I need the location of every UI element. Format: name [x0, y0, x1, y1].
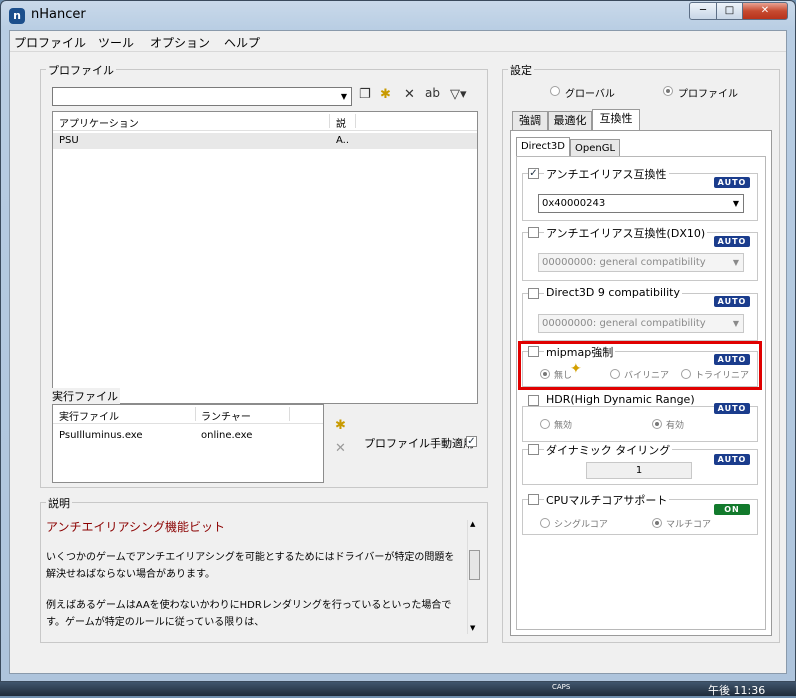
tab-emphasis[interactable]: 強調 [512, 111, 548, 130]
cpu-single-core-label: シングルコア [554, 520, 608, 530]
close-button[interactable]: ✕ [742, 2, 788, 20]
profile-select[interactable]: ▼ [52, 87, 352, 106]
exec-list[interactable]: 実行ファイル ランチャー PsuIlluminus.exe online.exe [52, 404, 324, 483]
aa-compat-dx10-select[interactable]: 00000000: general compatibility ▼ [538, 253, 744, 272]
exec-list-header: 実行ファイル ランチャー [53, 405, 323, 424]
settings-group-label: 設定 [508, 62, 534, 78]
chevron-down-icon: ▼ [732, 258, 739, 267]
setting-d3d9-compat-checkbox[interactable] [528, 288, 539, 299]
dynamic-tiling-value[interactable]: 1 [586, 462, 692, 479]
auto-badge[interactable]: AUTO [714, 296, 750, 307]
chevron-down-icon: ▼ [340, 92, 347, 101]
scope-global-radio[interactable] [550, 86, 560, 96]
d3d9-compat-select[interactable]: 00000000: general compatibility ▼ [538, 314, 744, 333]
copy-icon[interactable]: ❐ [359, 87, 371, 102]
tab-optimize[interactable]: 最適化 [548, 111, 592, 130]
exec-group-label: 実行ファイル [50, 388, 120, 404]
setting-hdr-label: HDR(High Dynamic Range) [544, 393, 697, 406]
highlight-box [518, 341, 762, 390]
app-icon: n [9, 8, 25, 24]
menu-help[interactable]: ヘルプ [224, 34, 260, 51]
main-window: n nHancer ─ □ ✕ プロファイル ツール オプション ヘルプ プロフ… [0, 0, 796, 682]
client-area: プロファイル ツール オプション ヘルプ プロファイル ▼ ❐ ✱ ✕ ab ▽… [9, 30, 787, 674]
chevron-down-icon: ▼ [732, 319, 739, 328]
rename-icon[interactable]: ab [425, 86, 440, 100]
on-badge[interactable]: ON [714, 504, 750, 515]
minimize-button[interactable]: ─ [689, 2, 717, 20]
hdr-enabled-radio[interactable] [652, 419, 662, 429]
subtab-direct3d[interactable]: Direct3D [516, 137, 570, 158]
scroll-up-icon[interactable]: ▲ [470, 520, 475, 528]
menu-tools[interactable]: ツール [98, 34, 134, 51]
description-text: アンチエイリアシング機能ビット いくつかのゲームでアンチエイリアシングを可能とす… [44, 514, 480, 638]
setting-aa-compat-checkbox[interactable]: ✓ [528, 168, 539, 179]
hdr-enabled-label: 有効 [666, 421, 685, 431]
description-heading: アンチエイリアシング機能ビット [46, 520, 226, 534]
description-p2: 例えばあるゲームはAAを使わないかわりにHDRレンダリングを行っているといった場… [46, 600, 452, 628]
hdr-disabled-radio[interactable] [540, 419, 550, 429]
col-exe-file[interactable]: 実行ファイル [59, 408, 119, 423]
row-desc: A.. [336, 135, 350, 146]
setting-aa-compat-dx10-checkbox[interactable] [528, 227, 539, 238]
maximize-button[interactable]: □ [716, 2, 743, 20]
col-launcher[interactable]: ランチャー [201, 408, 251, 423]
setting-cpu-multicore-checkbox[interactable] [528, 494, 539, 505]
profile-list[interactable]: アプリケーション 説 PSU A.. [52, 111, 478, 404]
title-bar[interactable]: n nHancer ─ □ ✕ [1, 1, 795, 29]
setting-dynamic-tiling-checkbox[interactable] [528, 444, 539, 455]
setting-d3d9-compat-label: Direct3D 9 compatibility [544, 286, 682, 299]
chevron-down-icon: ▼ [732, 199, 739, 208]
delete-icon[interactable]: ✕ [404, 87, 415, 102]
caps-indicator: CAPS [552, 683, 571, 691]
description-scrollbar[interactable]: ▲ ▼ [467, 520, 480, 634]
scroll-thumb[interactable] [469, 550, 480, 580]
auto-apply-label: プロファイル手動適用 [364, 437, 474, 450]
profile-list-header: アプリケーション 説 [53, 112, 477, 131]
filter-icon[interactable]: ▽▾ [450, 87, 467, 102]
row-app: PSU [59, 135, 79, 146]
setting-dynamic-tiling-label: ダイナミック タイリング [544, 442, 673, 458]
menu-bar: プロファイル ツール オプション ヘルプ [10, 31, 786, 52]
column-divider[interactable] [355, 114, 356, 128]
row-launcher: online.exe [201, 430, 253, 441]
column-divider[interactable] [289, 407, 290, 421]
setting-aa-compat-dx10-label: アンチエイリアス互換性(DX10) [544, 225, 708, 241]
col-description[interactable]: 説 [336, 115, 346, 130]
tab-compatibility[interactable]: 互換性 [592, 109, 640, 130]
profile-group-label: プロファイル [46, 62, 116, 78]
cpu-multi-core-label: マルチコア [666, 520, 712, 530]
auto-badge[interactable]: AUTO [714, 236, 750, 247]
menu-profile[interactable]: プロファイル [14, 34, 86, 51]
setting-cpu-multicore-label: CPUマルチコアサポート [544, 492, 670, 508]
column-divider[interactable] [195, 407, 196, 421]
aa-compat-select[interactable]: 0x40000243 ▼ [538, 194, 744, 213]
table-row[interactable]: PSU A.. [53, 133, 477, 149]
table-row[interactable]: PsuIlluminus.exe online.exe [53, 429, 323, 443]
menu-options[interactable]: オプション [150, 34, 210, 51]
auto-badge[interactable]: AUTO [714, 403, 750, 414]
auto-apply-checkbox[interactable]: ✓ [466, 436, 477, 447]
scroll-down-icon[interactable]: ▼ [470, 624, 475, 632]
taskbar: CAPS 午後 11:36 [0, 682, 796, 697]
row-exe: PsuIlluminus.exe [59, 430, 143, 441]
add-exe-icon[interactable]: ✱ [335, 418, 346, 433]
scope-global-label: グローバル [565, 89, 615, 100]
setting-aa-compat-label: アンチエイリアス互換性 [544, 166, 669, 182]
scope-profile-radio[interactable] [663, 86, 673, 96]
setting-hdr-checkbox[interactable] [528, 395, 539, 406]
cpu-single-core-radio[interactable] [540, 518, 550, 528]
auto-badge[interactable]: AUTO [714, 177, 750, 188]
description-group-label: 説明 [46, 495, 72, 511]
column-divider[interactable] [329, 114, 330, 128]
col-application[interactable]: アプリケーション [59, 115, 139, 130]
remove-exe-icon[interactable]: ✕ [335, 441, 346, 456]
description-p1: いくつかのゲームでアンチエイリアシングを可能とするためにはドライバーが特定の問題… [46, 552, 455, 580]
scope-profile-label: プロファイル [678, 89, 738, 100]
hdr-disabled-label: 無効 [554, 421, 573, 431]
window-title: nHancer [31, 7, 86, 22]
new-profile-icon[interactable]: ✱ [380, 87, 391, 102]
auto-badge[interactable]: AUTO [714, 454, 750, 465]
cpu-multi-core-radio[interactable] [652, 518, 662, 528]
